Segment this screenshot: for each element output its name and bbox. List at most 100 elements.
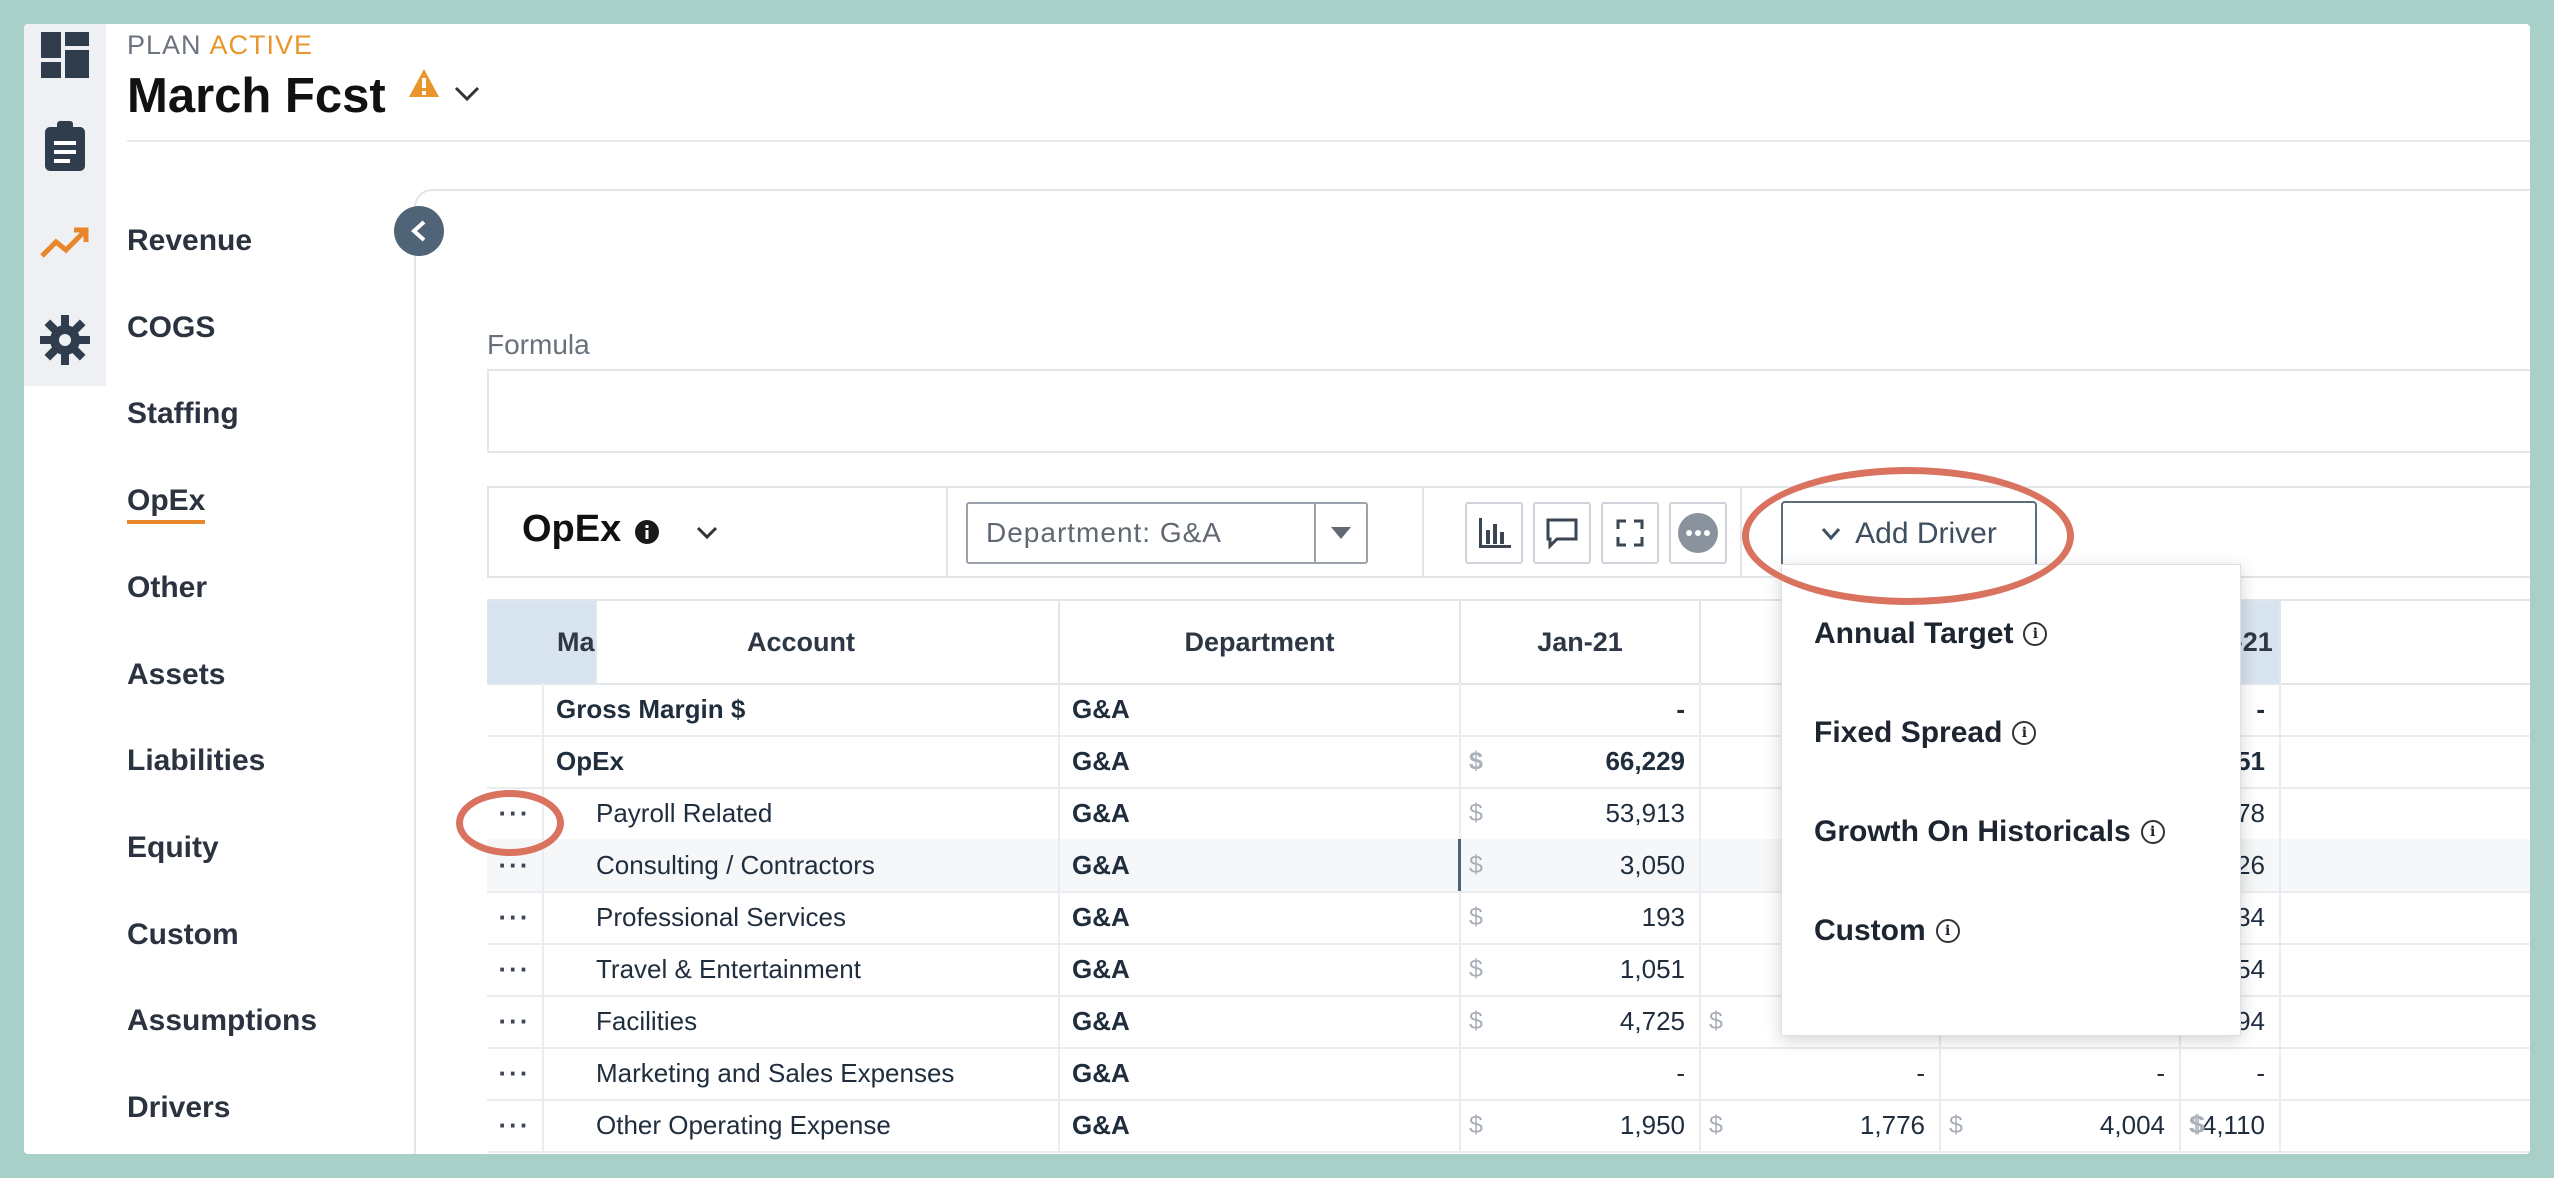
info-icon[interactable]: i [2023, 622, 2048, 646]
column-header[interactable]: Jan-21 [1461, 601, 1701, 683]
department-cell[interactable]: G&A [1060, 891, 1461, 943]
value-cell[interactable]: - [1941, 1047, 2181, 1099]
gear-icon[interactable] [38, 313, 92, 367]
value-text: 193 [1641, 901, 1685, 932]
nav-item-opex[interactable]: OpEx [127, 484, 206, 525]
value-cell[interactable]: $4,725 [1461, 995, 1701, 1047]
value-text: - [1676, 1057, 1685, 1088]
nav-item-staffing[interactable]: Staffing [127, 397, 239, 431]
driver-option-annual-target[interactable]: Annual Target i [1814, 617, 2048, 651]
nav-item-assets[interactable]: Assets [127, 658, 225, 692]
info-icon[interactable]: i [2012, 721, 2037, 745]
trending-up-icon[interactable] [38, 216, 92, 270]
department-cell[interactable]: G&A [1060, 735, 1461, 787]
account-cell[interactable]: Marketing and Sales Expenses [544, 1047, 1060, 1099]
header-divider [127, 140, 2530, 142]
value-cell[interactable]: $1,950 [1461, 1099, 1701, 1151]
value-text: 1,950 [1619, 1109, 1685, 1140]
warning-icon[interactable] [408, 68, 440, 103]
table-row[interactable]: ··· Marketing and Sales Expenses G&A - - - - [487, 1047, 2530, 1101]
info-icon[interactable]: i [2140, 820, 2165, 844]
driver-option-label: Annual Target [1814, 617, 2014, 650]
formula-input[interactable] [487, 369, 2530, 453]
add-driver-menu: Annual Target i Fixed Spread i Growth On His… [1781, 564, 2241, 1036]
account-cell[interactable]: Professional Services [544, 891, 1060, 943]
column-header[interactable]: Ma [487, 601, 597, 683]
value-cell[interactable]: $ [2181, 1099, 2281, 1151]
row-menu-icon[interactable]: ··· [487, 891, 544, 943]
value-cell[interactable]: $1,776 [1701, 1099, 1941, 1151]
row-menu-icon[interactable]: ··· [487, 1047, 544, 1099]
chevron-left-icon [411, 220, 426, 242]
currency-symbol: $ [1949, 1110, 1963, 1139]
bar-chart-icon [1479, 518, 1511, 548]
chevron-down-icon[interactable] [454, 86, 480, 107]
row-menu-icon[interactable]: ··· [487, 943, 544, 995]
info-icon[interactable] [634, 519, 660, 550]
column-header[interactable]: Department [1060, 601, 1461, 683]
column-header[interactable]: Account [544, 601, 1060, 683]
value-cell[interactable]: - [1461, 683, 1701, 735]
department-cell[interactable]: G&A [1060, 995, 1461, 1047]
value-cell[interactable] [2181, 1047, 2281, 1099]
driver-option-label: Custom [1814, 914, 1926, 947]
account-cell[interactable]: Travel & Entertainment [544, 943, 1060, 995]
nav-item-liabilities[interactable]: Liabilities [127, 744, 265, 778]
value-cell[interactable]: - [1701, 1047, 1941, 1099]
icon-rail [24, 24, 106, 386]
table-row[interactable]: ··· Other Operating Expense G&A $1,950 $1,77… [487, 1099, 2530, 1153]
currency-symbol: $ [1469, 798, 1483, 827]
nav-item-cogs[interactable]: COGS [127, 311, 215, 345]
formula-label: Formula [487, 329, 590, 360]
department-select[interactable]: Department: G&A [966, 502, 1368, 564]
clipboard-icon[interactable] [38, 119, 92, 173]
value-cell[interactable]: $66,229 [1461, 735, 1701, 787]
chevron-down-icon[interactable] [696, 526, 718, 545]
department-cell[interactable]: G&A [1060, 1099, 1461, 1151]
dashboard-icon[interactable] [38, 28, 92, 82]
nav-item-assumptions[interactable]: Assumptions [127, 1004, 317, 1038]
value-text: - [1916, 1057, 1925, 1088]
row-menu-icon[interactable]: ··· [487, 1099, 544, 1151]
department-cell[interactable]: G&A [1060, 787, 1461, 839]
more-options-button[interactable] [1669, 502, 1727, 564]
value-cell[interactable]: $4,004 [1941, 1099, 2181, 1151]
value-cell[interactable]: $193 [1461, 891, 1701, 943]
department-cell[interactable]: G&A [1060, 943, 1461, 995]
chart-button[interactable] [1465, 502, 1523, 564]
comment-button[interactable] [1533, 502, 1591, 564]
account-cell[interactable]: Payroll Related [544, 787, 1060, 839]
account-cell[interactable]: Consulting / Contractors [544, 839, 1060, 891]
value-text: 1,776 [1859, 1109, 1925, 1140]
value-cell[interactable]: $1,051 [1461, 943, 1701, 995]
nav-item-revenue[interactable]: Revenue [127, 224, 252, 258]
value-text: - [2156, 1057, 2165, 1088]
department-cell[interactable]: G&A [1060, 683, 1461, 735]
expand-button[interactable] [1601, 502, 1659, 564]
value-text: - [1676, 693, 1685, 724]
driver-option-growth-on-historicals[interactable]: Growth On Historicals i [1814, 815, 2165, 849]
nav-item-drivers[interactable]: Drivers [127, 1091, 230, 1125]
driver-option-fixed-spread[interactable]: Fixed Spread i [1814, 716, 2037, 750]
value-cell[interactable]: $3,050 [1461, 839, 1701, 891]
nav-item-equity[interactable]: Equity [127, 831, 219, 865]
department-cell[interactable]: G&A [1060, 839, 1461, 891]
currency-symbol: $ [1469, 746, 1483, 775]
value-cell[interactable]: $53,913 [1461, 787, 1701, 839]
nav-item-other[interactable]: Other [127, 571, 207, 605]
driver-option-custom[interactable]: Custom i [1814, 914, 1960, 948]
collapse-sidebar-button[interactable] [394, 206, 444, 256]
account-cell[interactable]: Other Operating Expense [544, 1099, 1060, 1151]
value-cell[interactable]: - [1461, 1047, 1701, 1099]
department-cell[interactable]: G&A [1060, 1047, 1461, 1099]
row-menu-icon[interactable]: ··· [487, 995, 544, 1047]
dropdown-arrow-icon[interactable] [1314, 504, 1366, 562]
account-cell[interactable]: Facilities [544, 995, 1060, 1047]
row-gutter [487, 683, 544, 735]
account-cell[interactable]: Gross Margin $ [544, 683, 1060, 735]
nav-item-custom[interactable]: Custom [127, 918, 239, 952]
plan-label: PLAN [127, 30, 202, 60]
info-icon[interactable]: i [1935, 919, 1960, 943]
account-cell[interactable]: OpEx [544, 735, 1060, 787]
value-text: 4,004 [2099, 1109, 2165, 1140]
